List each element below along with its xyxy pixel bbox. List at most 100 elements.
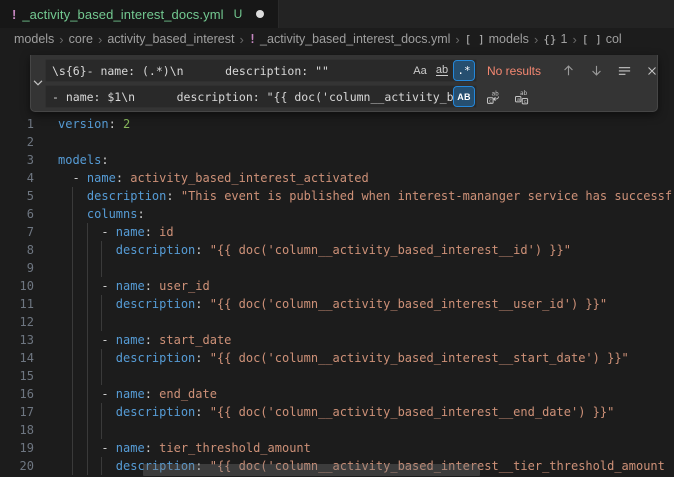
code-token: "{{ doc('column__activity_based_interest… bbox=[210, 297, 607, 311]
code-token: : bbox=[137, 207, 144, 221]
breadcrumb-separator-icon: › bbox=[98, 32, 102, 47]
line-number: 15 bbox=[0, 367, 34, 385]
code-editor[interactable]: 1version: 223models:4 - name: activity_b… bbox=[0, 115, 674, 475]
indent-guide bbox=[101, 349, 102, 367]
indent-guide bbox=[72, 349, 73, 367]
replace-all-button[interactable]: ab a c bbox=[511, 86, 533, 108]
line-content: description: "{{ doc('column__activity_b… bbox=[34, 295, 674, 313]
code-line[interactable]: 16 - name: end_date bbox=[0, 385, 674, 403]
indent-guide bbox=[101, 457, 102, 475]
line-content: version: 2 bbox=[34, 115, 674, 133]
breadcrumb-item[interactable]: !_activity_based_interest_docs.yml bbox=[249, 32, 451, 46]
code-line[interactable]: 19 - name: tier_threshold_amount bbox=[0, 439, 674, 457]
find-in-selection-button[interactable] bbox=[613, 60, 635, 82]
indent-guide bbox=[72, 403, 73, 421]
breadcrumb-separator-icon: › bbox=[534, 32, 538, 47]
code-line[interactable]: 3models: bbox=[0, 151, 674, 169]
code-token: 2 bbox=[123, 117, 130, 131]
regex-toggle[interactable]: .* bbox=[454, 61, 474, 80]
code-line[interactable]: 13 - name: start_date bbox=[0, 331, 674, 349]
code-token: name bbox=[87, 171, 116, 185]
code-line[interactable]: 9 bbox=[0, 259, 674, 277]
line-number: 10 bbox=[0, 277, 34, 295]
line-number: 11 bbox=[0, 295, 34, 313]
next-match-button[interactable] bbox=[585, 60, 607, 82]
breadcrumb-item[interactable]: core bbox=[69, 32, 93, 46]
code-token: name bbox=[116, 279, 145, 293]
breadcrumb-item[interactable]: [ ] col bbox=[582, 32, 622, 46]
toggle-replace-button[interactable] bbox=[31, 55, 45, 111]
line-number: 18 bbox=[0, 421, 34, 439]
code-line[interactable]: 12 bbox=[0, 313, 674, 331]
code-token: : bbox=[195, 297, 209, 311]
code-line[interactable]: 10 - name: user_id bbox=[0, 277, 674, 295]
code-line[interactable]: 2 bbox=[0, 133, 674, 151]
line-number: 20 bbox=[0, 457, 34, 475]
code-token: tier_threshold_amount bbox=[159, 441, 311, 455]
breadcrumb-item[interactable]: models bbox=[14, 32, 54, 46]
code-token: id bbox=[159, 225, 173, 239]
arrow-up-icon bbox=[561, 63, 576, 78]
line-number: 5 bbox=[0, 187, 34, 205]
code-token: : bbox=[145, 387, 159, 401]
breadcrumb-label: col bbox=[606, 32, 622, 46]
code-line[interactable]: 8 description: "{{ doc('column__activity… bbox=[0, 241, 674, 259]
find-input-value[interactable]: \s{6}- name: (.*)\n description: "" bbox=[46, 64, 410, 78]
breadcrumb-item[interactable]: activity_based_interest bbox=[107, 32, 234, 46]
line-number: 14 bbox=[0, 349, 34, 367]
replace-row: - name: $1\n description: "{{ doc('colum… bbox=[45, 85, 663, 108]
line-number: 12 bbox=[0, 313, 34, 331]
code-line[interactable]: 14 description: "{{ doc('column__activit… bbox=[0, 349, 674, 367]
code-line[interactable]: 11 description: "{{ doc('column__activit… bbox=[0, 295, 674, 313]
whole-word-toggle[interactable]: ab bbox=[432, 61, 452, 80]
code-token: version bbox=[58, 117, 109, 131]
tab-active-file[interactable]: ! _activity_based_interest_docs.yml U bbox=[0, 0, 279, 28]
code-line[interactable]: 1version: 2 bbox=[0, 115, 674, 133]
code-token: : bbox=[116, 171, 130, 185]
indent-guide bbox=[72, 331, 73, 349]
vscode-window: ! _activity_based_interest_docs.yml U mo… bbox=[0, 0, 674, 477]
indent-guide bbox=[72, 259, 73, 277]
code-line[interactable]: 15 bbox=[0, 367, 674, 385]
code-token: : bbox=[101, 153, 108, 167]
code-token: description bbox=[116, 297, 195, 311]
code-line[interactable]: 6 columns: bbox=[0, 205, 674, 223]
code-token: name bbox=[116, 387, 145, 401]
breadcrumb-label: models bbox=[489, 32, 529, 46]
line-content bbox=[34, 259, 674, 277]
modified-dot-icon[interactable] bbox=[256, 10, 264, 18]
find-row: \s{6}- name: (.*)\n description: "" Aa a… bbox=[45, 59, 663, 82]
indent-guide bbox=[87, 259, 88, 277]
horizontal-scrollbar[interactable] bbox=[143, 464, 480, 476]
preserve-case-toggle[interactable]: AB bbox=[454, 87, 474, 106]
tab-bar: ! _activity_based_interest_docs.yml U bbox=[0, 0, 674, 28]
symbol-array-icon: [ ] bbox=[582, 33, 602, 46]
indent-guide bbox=[72, 205, 73, 223]
code-token: : bbox=[145, 225, 159, 239]
line-content: - name: user_id bbox=[34, 277, 674, 295]
line-number: 3 bbox=[0, 151, 34, 169]
line-number: 8 bbox=[0, 241, 34, 259]
line-number: 1 bbox=[0, 115, 34, 133]
breadcrumb-separator-icon: › bbox=[572, 32, 576, 47]
breadcrumb-item[interactable]: [ ]models bbox=[465, 32, 529, 46]
code-token: : bbox=[195, 243, 209, 257]
code-line[interactable]: 18 bbox=[0, 421, 674, 439]
match-case-toggle[interactable]: Aa bbox=[410, 61, 430, 80]
yaml-file-icon: ! bbox=[249, 32, 256, 46]
code-line[interactable]: 17 description: "{{ doc('column__activit… bbox=[0, 403, 674, 421]
line-number: 17 bbox=[0, 403, 34, 421]
breadcrumb-item[interactable]: {}1 bbox=[543, 32, 567, 46]
replace-input[interactable]: - name: $1\n description: "{{ doc('colum… bbox=[45, 85, 477, 108]
find-input[interactable]: \s{6}- name: (.*)\n description: "" Aa a… bbox=[45, 59, 477, 82]
code-line[interactable]: 5 description: "This event is published … bbox=[0, 187, 674, 205]
code-line[interactable]: 7 - name: id bbox=[0, 223, 674, 241]
indent-guide bbox=[101, 421, 102, 439]
replace-button[interactable]: ab c bbox=[483, 86, 505, 108]
previous-match-button[interactable] bbox=[557, 60, 579, 82]
indent-guide bbox=[87, 223, 88, 241]
replace-input-value[interactable]: - name: $1\n description: "{{ doc('colum… bbox=[46, 90, 454, 104]
indent-guide bbox=[101, 241, 102, 259]
close-find-button[interactable] bbox=[641, 60, 663, 82]
code-line[interactable]: 4 - name: activity_based_interest_activa… bbox=[0, 169, 674, 187]
